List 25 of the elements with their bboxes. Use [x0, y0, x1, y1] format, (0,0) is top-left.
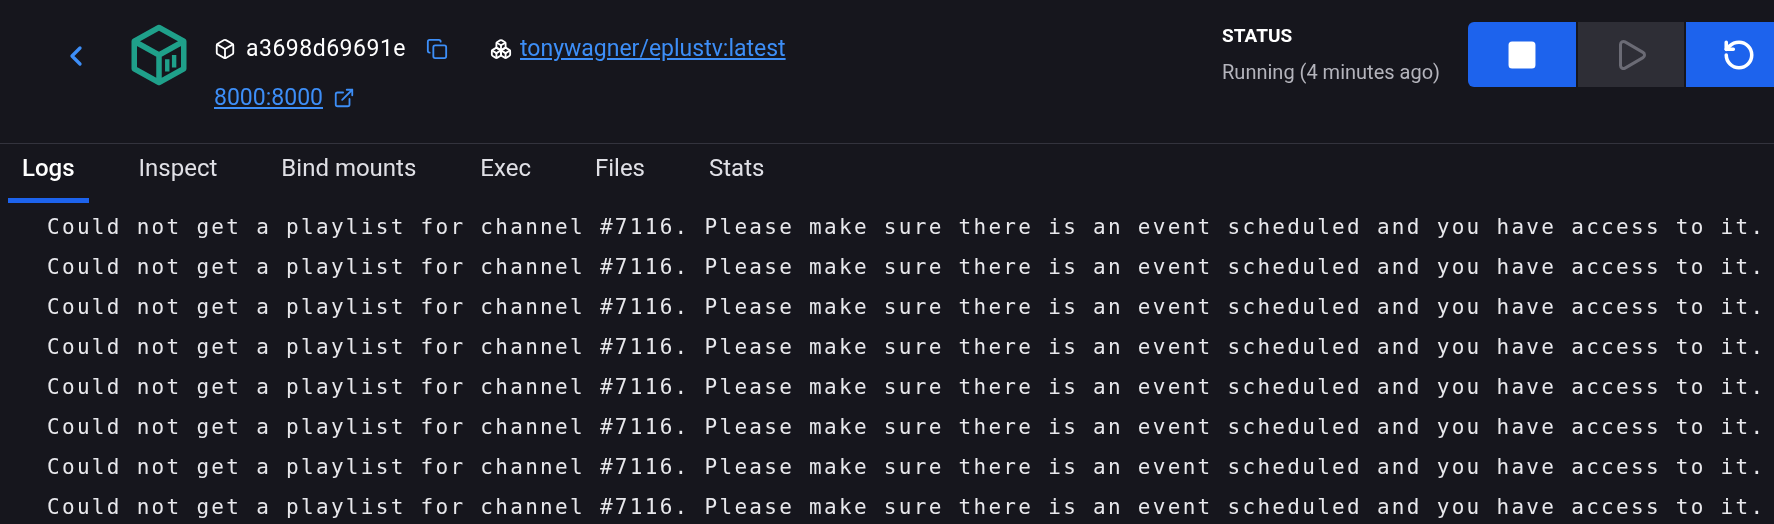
stop-button[interactable] — [1468, 22, 1576, 87]
external-link-icon[interactable] — [333, 86, 355, 109]
status-label: STATUS — [1222, 23, 1294, 49]
image-icon — [490, 38, 512, 61]
container-id-icon — [214, 38, 236, 61]
image-link[interactable]: tonywagner/eplustv:latest — [520, 32, 786, 67]
status-text: Running (4 minutes ago) — [1222, 58, 1440, 86]
copy-button[interactable] — [426, 38, 448, 61]
log-line: Could not get a playlist for channel #7116. Please make sure there is an event scheduled and you have access to it. — [47, 334, 1767, 361]
tab[interactable]: Files — [580, 150, 659, 203]
log-line: Could not get a playlist for channel #7116. Please make sure there is an event scheduled and you have access to it. — [47, 454, 1767, 481]
tab[interactable]: Exec — [466, 150, 545, 203]
log-line: Could not get a playlist for channel #7116. Please make sure there is an event scheduled and you have access to it. — [47, 374, 1767, 401]
restart-button[interactable] — [1684, 22, 1774, 87]
tab[interactable]: Stats — [695, 150, 779, 203]
tab[interactable]: Bind mounts — [267, 150, 431, 203]
log-line: Could not get a playlist for channel #7116. Please make sure there is an event scheduled and you have access to it. — [47, 494, 1767, 521]
tab[interactable]: Inspect — [124, 150, 232, 203]
tab[interactable]: Logs — [8, 150, 89, 203]
log-line: Could not get a playlist for channel #7116. Please make sure there is an event scheduled and you have access to it. — [47, 214, 1767, 241]
container-id: a3698d69691e — [246, 34, 406, 64]
log-line: Could not get a playlist for channel #7116. Please make sure there is an event scheduled and you have access to it. — [47, 414, 1767, 441]
log-line: Could not get a playlist for channel #7116. Please make sure there is an event scheduled and you have access to it. — [47, 254, 1767, 281]
log-line: Could not get a playlist for channel #7116. Please make sure there is an event scheduled and you have access to it. — [47, 294, 1767, 321]
port-link[interactable]: 8000:8000 — [214, 80, 323, 115]
